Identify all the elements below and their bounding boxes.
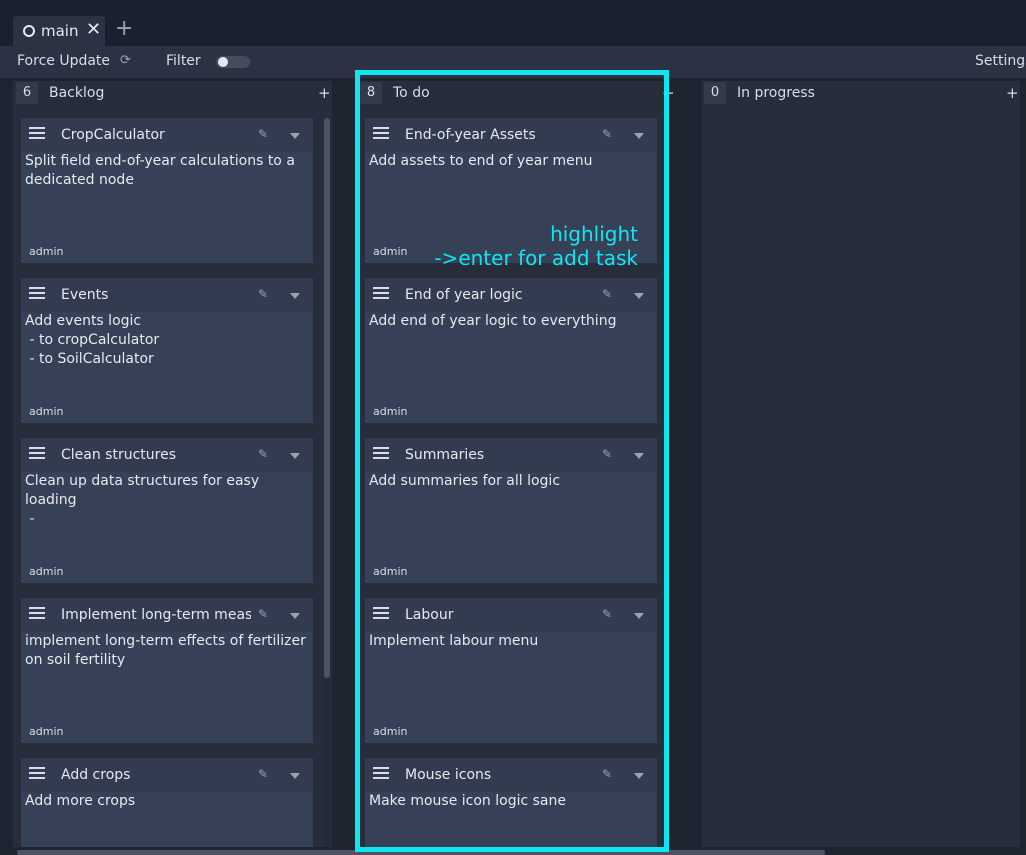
task-list-icon	[29, 126, 45, 140]
column-in-progress	[702, 81, 1020, 847]
tab-main-label[interactable]: main	[41, 22, 78, 40]
edit-icon[interactable]: ✎	[258, 127, 268, 141]
task-card[interactable]: Clean structures ✎ Clean up data structu…	[21, 438, 313, 583]
task-list-icon	[29, 446, 45, 460]
card-description: Add more crops	[25, 793, 136, 809]
annotation-line-2: ->enter for add task	[434, 246, 638, 270]
close-icon[interactable]: ✕	[86, 19, 101, 40]
tab-bar	[0, 10, 1026, 46]
chevron-down-icon[interactable]	[290, 613, 300, 619]
scrollbar-thumb[interactable]	[324, 118, 330, 678]
column-count: 6	[16, 82, 38, 104]
card-owner: admin	[29, 725, 64, 738]
card-title[interactable]: Clean structures	[61, 447, 251, 463]
filter-toggle-knob[interactable]	[218, 57, 228, 67]
column-title: Backlog	[49, 85, 105, 101]
task-card[interactable]: Add crops ✎ Add more crops	[21, 758, 313, 847]
task-list-icon	[29, 766, 45, 780]
task-card[interactable]: CropCalculator ✎ Split field end-of-year…	[21, 118, 313, 263]
task-list-icon	[29, 286, 45, 300]
settings-button[interactable]: Settings	[975, 53, 1026, 69]
add-task-button[interactable]: +	[318, 84, 331, 102]
add-tab-button[interactable]: +	[115, 16, 133, 41]
edit-icon[interactable]: ✎	[258, 447, 268, 461]
task-card[interactable]: Implement long-term meas ✎ implement lon…	[21, 598, 313, 743]
chevron-down-icon[interactable]	[290, 293, 300, 299]
task-list-icon	[29, 606, 45, 620]
chevron-down-icon[interactable]	[290, 133, 300, 139]
card-title[interactable]: Events	[61, 287, 251, 303]
card-description: Split field end-of-year calculations to …	[25, 153, 300, 188]
card-description: Clean up data structures for easy loadin…	[25, 473, 260, 527]
column-count: 0	[704, 82, 726, 104]
edit-icon[interactable]: ✎	[258, 607, 268, 621]
card-title[interactable]: Add crops	[61, 767, 251, 783]
chevron-down-icon[interactable]	[290, 773, 300, 779]
card-description: Add events logic - to cropCalculator - t…	[25, 313, 160, 367]
highlight-box	[355, 70, 669, 852]
sync-icon[interactable]: ⟳	[120, 53, 131, 68]
task-card[interactable]: Events ✎ Add events logic - to cropCalcu…	[21, 278, 313, 423]
scene-icon	[23, 25, 35, 37]
add-task-button[interactable]: +	[1006, 84, 1019, 102]
column-title: In progress	[737, 85, 815, 101]
card-title[interactable]: CropCalculator	[61, 127, 251, 143]
annotation-text: highlight ->enter for add task	[420, 222, 638, 270]
edit-icon[interactable]: ✎	[258, 287, 268, 301]
chevron-down-icon[interactable]	[290, 453, 300, 459]
card-owner: admin	[29, 405, 64, 418]
filter-label: Filter	[166, 53, 201, 69]
card-owner: admin	[29, 245, 64, 258]
top-editor-strip	[0, 0, 1026, 10]
annotation-line-1: highlight	[550, 222, 638, 246]
card-owner: admin	[29, 565, 64, 578]
card-title[interactable]: Implement long-term meas	[61, 607, 251, 623]
force-update-button[interactable]: Force Update	[17, 53, 110, 69]
edit-icon[interactable]: ✎	[258, 767, 268, 781]
card-description: implement long-term effects of fertilize…	[25, 633, 311, 668]
